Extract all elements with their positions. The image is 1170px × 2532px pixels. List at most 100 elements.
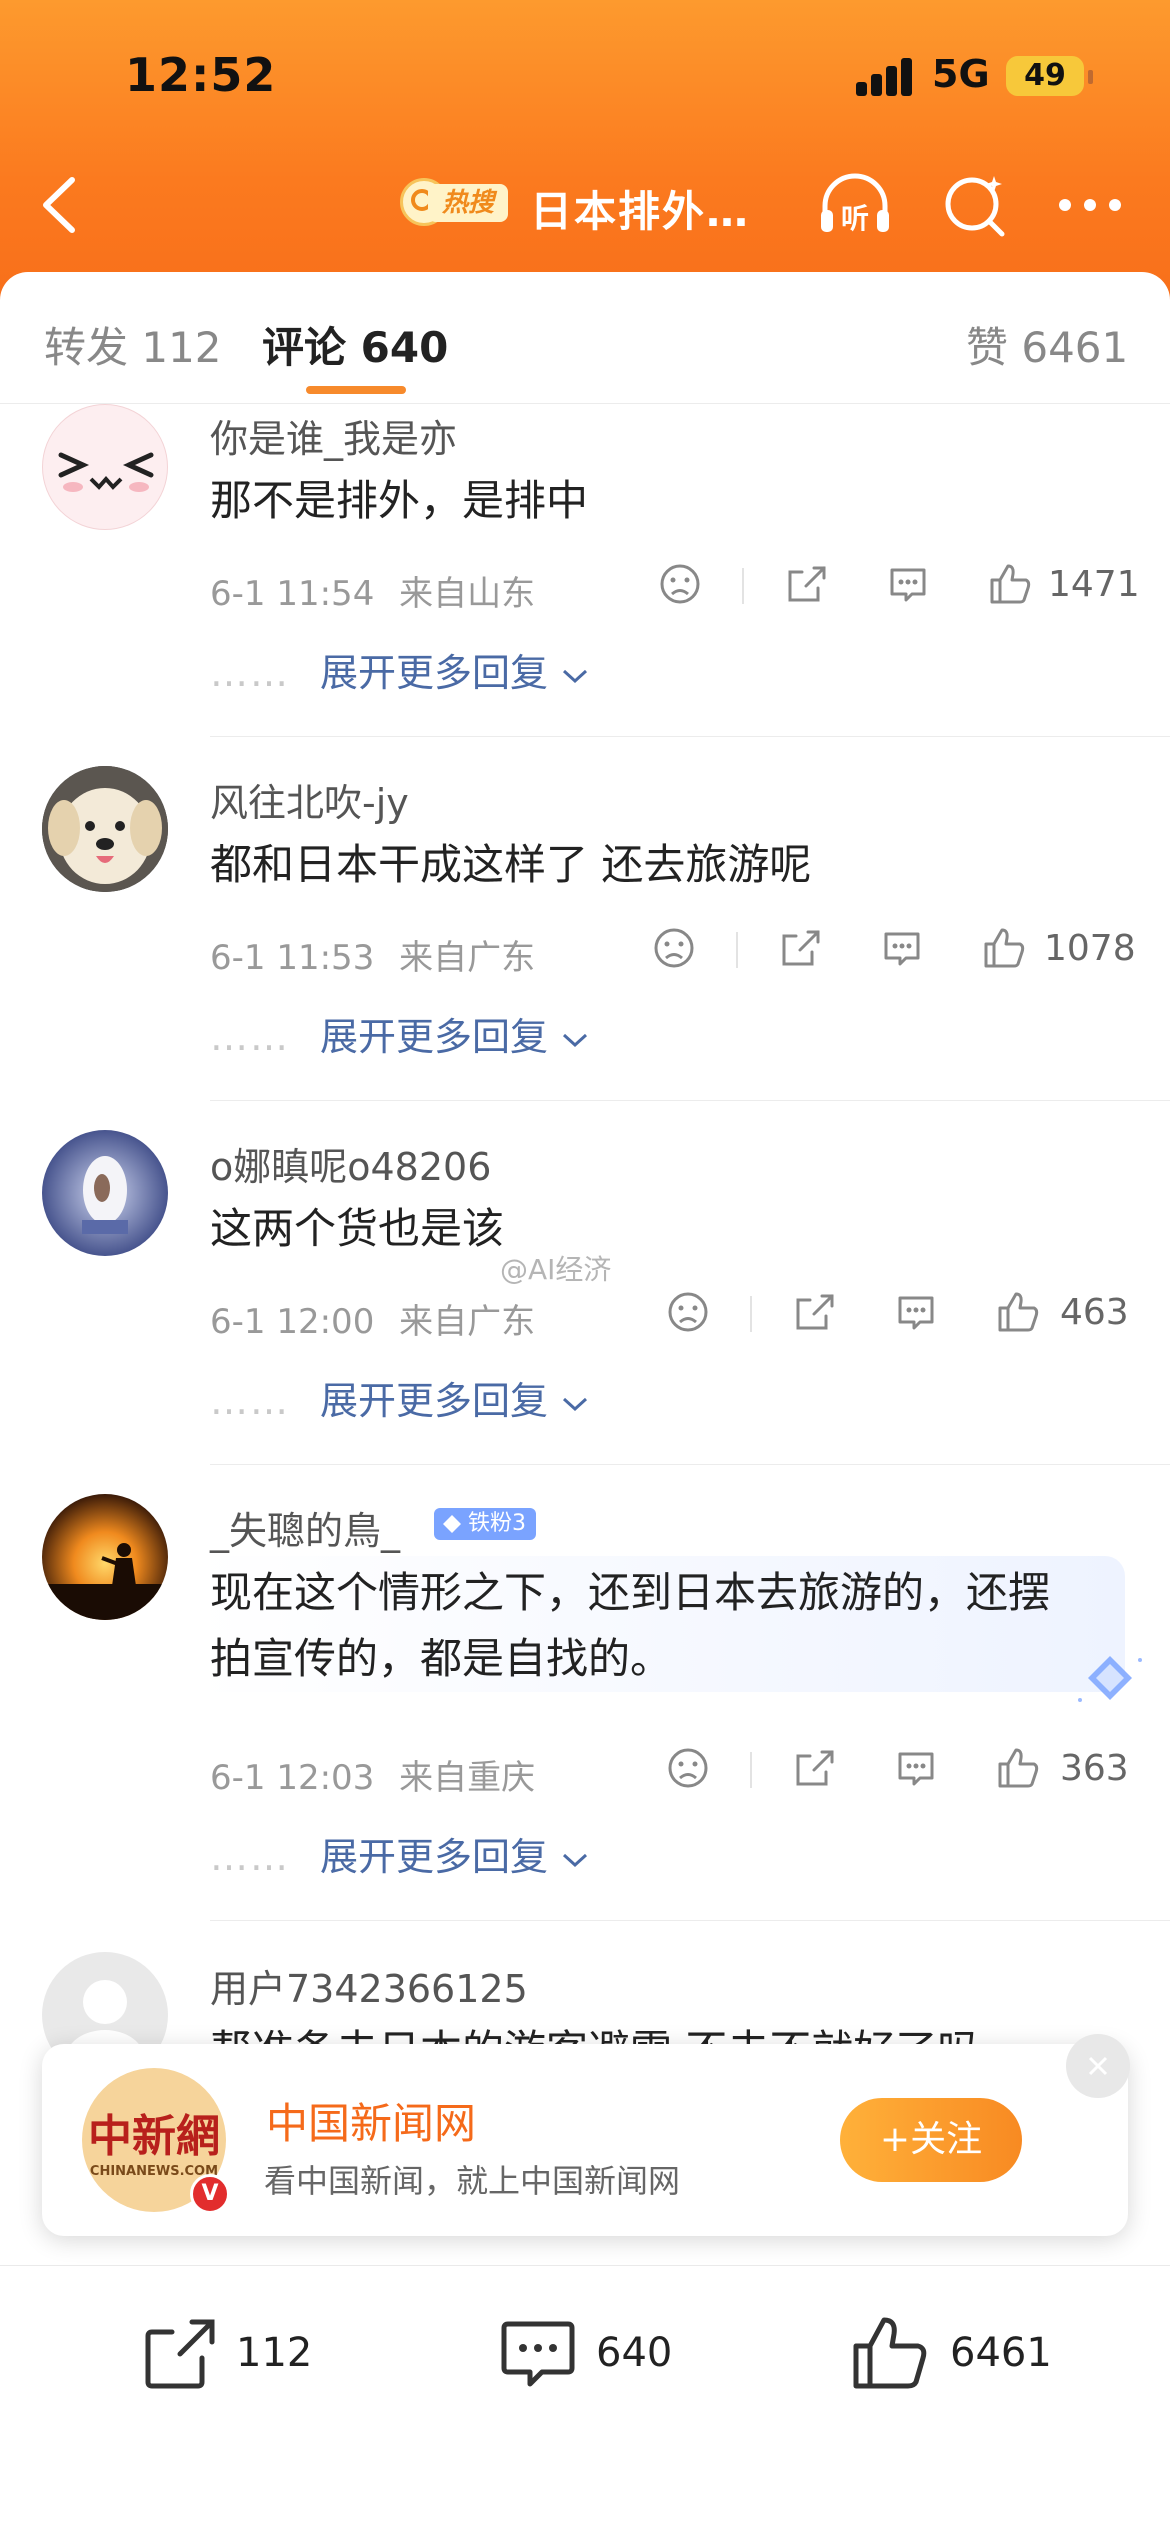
header: 12:52 5G 49 热搜 日本排外… 听 <box>0 0 1170 300</box>
tab-repost[interactable]: 转发 112 <box>44 314 222 375</box>
like-count: 363 <box>1060 1748 1129 1789</box>
action-separator <box>750 1296 752 1332</box>
avatar[interactable] <box>42 404 168 530</box>
tab-active-indicator <box>306 386 406 394</box>
watermark: @AI经济 <box>500 1253 612 1286</box>
divider <box>210 1920 1170 1921</box>
comment-icon[interactable] <box>894 1290 942 1338</box>
action-separator <box>736 932 738 968</box>
avatar[interactable] <box>42 1494 168 1620</box>
follow-button[interactable]: +关注 <box>840 2098 1022 2182</box>
like-count: 1078 <box>1044 928 1136 969</box>
chevron-down-icon <box>563 1033 588 1048</box>
chevron-down-icon <box>563 669 588 684</box>
chevron-down-icon <box>563 1853 588 1868</box>
divider <box>210 1100 1170 1101</box>
back-arrow-icon[interactable] <box>30 170 90 240</box>
comment-location: 来自重庆 <box>399 1758 536 1798</box>
divider <box>210 1464 1170 1465</box>
battery-tip <box>1088 70 1093 84</box>
comment-icon[interactable] <box>894 1746 942 1794</box>
like-thumb-icon[interactable] <box>982 924 1030 972</box>
expand-replies-button[interactable]: …… 展开更多回复 <box>210 1006 590 1061</box>
comment-text: 这两个货也是该 <box>210 1204 505 1253</box>
headphones-icon[interactable]: 听 <box>815 170 895 240</box>
comment-meta: 6-1 11:53 来自广东 <box>210 930 535 979</box>
hot-search-badge[interactable]: 热搜 <box>400 178 510 228</box>
comment-username[interactable]: _失聰的鳥_ <box>210 1500 400 1555</box>
comment-username[interactable]: 你是谁_我是亦 <box>210 408 457 463</box>
action-separator <box>742 568 744 604</box>
expand-dots: …… <box>210 1835 290 1879</box>
share-icon[interactable] <box>778 926 826 974</box>
like-thumb-icon[interactable] <box>988 560 1036 608</box>
comment-icon[interactable] <box>886 562 934 610</box>
search-icon[interactable] <box>940 170 1010 240</box>
diamond-icon <box>443 1515 461 1533</box>
logo-text: 中新網 <box>88 2111 220 2162</box>
comment-meta: 6-1 12:03 来自重庆 <box>210 1750 535 1799</box>
comment-count: 640 <box>596 2330 673 2376</box>
status-time: 12:52 <box>125 48 277 102</box>
dislike-face-icon[interactable] <box>666 1290 714 1338</box>
verified-badge: V <box>190 2174 230 2214</box>
page-title: 日本排外… <box>530 187 751 236</box>
comment-text: 都和日本干成这样了 还去旅游呢 <box>210 840 812 889</box>
more-icon[interactable] <box>1055 185 1125 225</box>
like-count: 1471 <box>1048 564 1140 605</box>
expand-dots: …… <box>210 651 290 695</box>
account-name[interactable]: 中国新闻网 <box>266 2090 476 2151</box>
close-icon[interactable] <box>1066 2034 1130 2098</box>
fan-level-badge: 铁粉3 <box>434 1508 536 1540</box>
avatar[interactable] <box>42 766 168 892</box>
comment-icon[interactable] <box>880 926 928 974</box>
like-thumb-icon[interactable] <box>996 1288 1044 1336</box>
comment-username[interactable]: o娜瞋呢o48206 <box>210 1136 491 1191</box>
tab-likes[interactable]: 赞 6461 <box>966 314 1128 375</box>
share-icon[interactable] <box>784 562 832 610</box>
dislike-face-icon[interactable] <box>658 562 706 610</box>
chevron-down-icon <box>563 1397 588 1412</box>
repost-button[interactable]: 112 <box>140 2306 380 2402</box>
bottom-action-bar: 112 640 6461 <box>0 2265 1170 2532</box>
expand-dots: …… <box>210 1015 290 1059</box>
like-thumb-icon <box>853 2317 927 2389</box>
like-thumb-icon[interactable] <box>996 1744 1044 1792</box>
like-count-total: 6461 <box>950 2330 1052 2376</box>
comment-username[interactable]: 用户7342366125 <box>210 1958 528 2013</box>
share-icon[interactable] <box>792 1290 840 1338</box>
comment-icon <box>501 2321 575 2387</box>
like-button[interactable]: 6461 <box>850 2306 1110 2402</box>
follow-suggestion-popup: 中新網 CHINANEWS.COM V 中国新闻网 看中国新闻，就上中国新闻网 … <box>42 2034 1130 2236</box>
share-icon[interactable] <box>792 1746 840 1794</box>
repost-count: 112 <box>236 2330 313 2376</box>
expand-replies-button[interactable]: …… 展开更多回复 <box>210 642 590 697</box>
expand-replies-button[interactable]: …… 展开更多回复 <box>210 1826 590 1881</box>
divider <box>210 736 1170 737</box>
comment-username[interactable]: 风往北吹-jy <box>210 772 409 827</box>
listen-label: 听 <box>841 202 869 235</box>
signal-icon <box>856 58 914 96</box>
comment-meta: 6-1 12:00 来自广东 <box>210 1294 535 1343</box>
dislike-face-icon[interactable] <box>652 926 700 974</box>
comment-time: 6-1 12:03 <box>210 1758 375 1798</box>
comment-text: 那不是排外，是排中 <box>210 476 589 525</box>
comment-time: 6-1 11:53 <box>210 938 375 978</box>
expand-replies-label: 展开更多回复 <box>320 1015 549 1059</box>
comment-button[interactable]: 640 <box>498 2306 738 2402</box>
expand-replies-label: 展开更多回复 <box>320 1835 549 1879</box>
account-description: 看中国新闻，就上中国新闻网 <box>264 2162 681 2200</box>
tab-bar: 转发 112 评论 640 赞 6461 <box>0 300 1170 404</box>
like-count: 463 <box>1060 1292 1129 1333</box>
expand-replies-label: 展开更多回复 <box>320 1379 549 1423</box>
action-separator <box>750 1752 752 1788</box>
battery-icon: 49 <box>1006 56 1084 96</box>
diamond-icon <box>1078 1656 1142 1702</box>
share-icon <box>145 2319 215 2389</box>
comment-location: 来自广东 <box>399 1302 536 1342</box>
avatar[interactable] <box>42 1130 168 1256</box>
expand-replies-button[interactable]: …… 展开更多回复 <box>210 1370 590 1425</box>
dislike-face-icon[interactable] <box>666 1746 714 1794</box>
comment-location: 来自山东 <box>399 574 536 614</box>
tab-comments[interactable]: 评论 640 <box>262 314 448 375</box>
